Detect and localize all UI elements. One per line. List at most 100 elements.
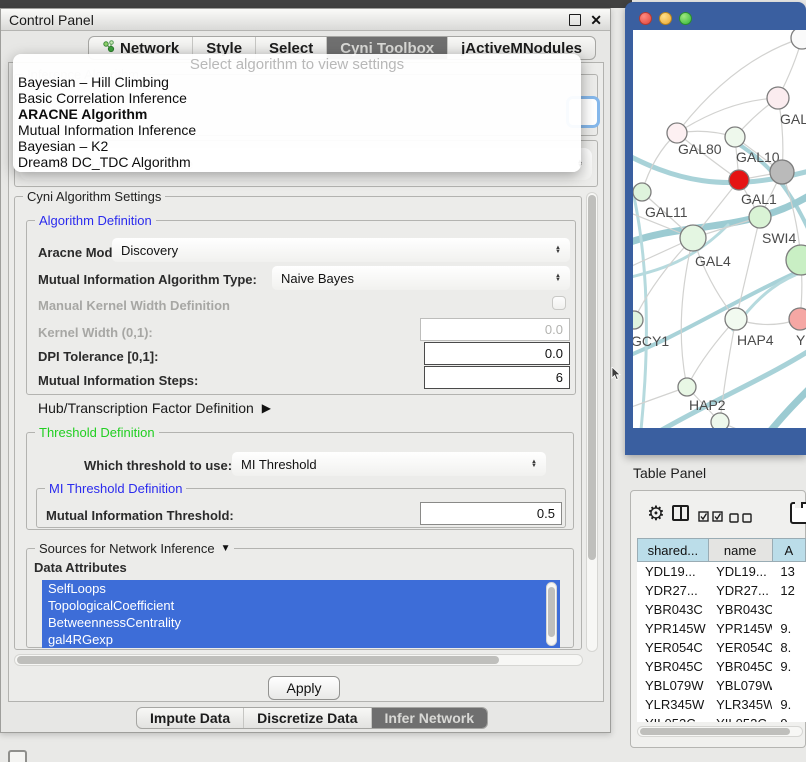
table-row[interactable]: YIL052CYIL052C9 <box>637 714 806 722</box>
table-cell: YBR043C <box>708 602 772 617</box>
apply-button[interactable]: Apply <box>268 676 340 700</box>
table-cell: YDR27... <box>708 583 772 598</box>
table-row[interactable]: YDL19...YDL19...13 <box>637 562 806 581</box>
network-node-swi4[interactable] <box>749 206 771 228</box>
mi-threshold-group-title: MI Threshold Definition <box>45 481 186 496</box>
dropdown-item-dream8-dc-tdc-algorithm[interactable]: Dream8 DC_TDC Algorithm <box>13 154 581 170</box>
mi-threshold-input[interactable]: 0.5 <box>420 502 562 525</box>
table-cell: YDR27... <box>637 583 708 598</box>
collapsed-panel-icon[interactable] <box>8 750 27 762</box>
dropdown-item-bayesian-k2[interactable]: Bayesian – K2 <box>13 138 581 154</box>
which-threshold-combo[interactable]: MI Threshold ▲▼ <box>232 452 546 476</box>
table-cell: 9. <box>772 621 806 636</box>
network-node-hap4[interactable] <box>725 308 747 330</box>
dropdown-item-bayesian-hill-climbing[interactable]: Bayesian – Hill Climbing <box>13 74 581 90</box>
node-label-gal: GAL <box>780 111 806 127</box>
bottom-tab-infer-network[interactable]: Infer Network <box>371 708 487 728</box>
window-zoom-button[interactable] <box>679 12 692 25</box>
table-panel-title: Table Panel <box>633 465 706 481</box>
attribute-item-selfloops[interactable]: SelfLoops <box>42 580 560 597</box>
node-label-swi4: SWI4 <box>762 230 796 246</box>
network-node-gal10[interactable] <box>725 127 745 147</box>
network-node-gal1[interactable] <box>729 170 749 190</box>
window-close-button[interactable] <box>639 12 652 25</box>
threshold-definition-title: Threshold Definition <box>35 425 159 440</box>
table-row[interactable]: YBR045CYBR045C9. <box>637 657 806 676</box>
settings-vertical-scrollbar[interactable] <box>586 192 598 652</box>
bottom-tab-impute-data[interactable]: Impute Data <box>137 708 243 728</box>
node-label-y: Y <box>796 332 806 348</box>
float-panel-icon[interactable] <box>569 14 581 26</box>
network-node-unlabeled[interactable] <box>786 245 806 275</box>
network-canvas[interactable]: GALGAL80GAL10GAL1GAL11SWI4GAL4GCY1HAP4YH… <box>633 30 806 428</box>
dropdown-item-aracne-algorithm[interactable]: ARACNE Algorithm <box>13 106 581 122</box>
table-cell: YBR045C <box>637 659 708 674</box>
network-node-gal[interactable] <box>767 87 789 109</box>
mouse-cursor <box>611 367 622 386</box>
top-toolbar-strip <box>0 0 632 8</box>
manual-kernel-checkbox[interactable] <box>552 296 566 310</box>
table-row[interactable]: YLR345WYLR345W9. <box>637 695 806 714</box>
manual-kernel-label: Manual Kernel Width Definition <box>38 298 230 313</box>
table-row[interactable]: YPR145WYPR145W9. <box>637 619 806 638</box>
network-node-gal80[interactable] <box>667 123 687 143</box>
table-row[interactable]: YER054CYER054C8. <box>637 638 806 657</box>
table-header: shared...nameA <box>637 538 806 562</box>
columns-icon[interactable] <box>672 505 689 521</box>
table-cell: YPR145W <box>708 621 772 636</box>
attribute-item-topologicalcoefficient[interactable]: TopologicalCoefficient <box>42 597 560 614</box>
table-cell: YDL19... <box>708 564 772 579</box>
attributes-list-scrollbar[interactable] <box>546 582 557 646</box>
dpi-tolerance-input[interactable]: 0.0 <box>424 342 570 365</box>
table-row[interactable]: YBL079WYBL079W <box>637 676 806 695</box>
mi-steps-input[interactable]: 6 <box>424 366 570 389</box>
network-node-gal4[interactable] <box>680 225 706 251</box>
window-minimize-button[interactable] <box>659 12 672 25</box>
node-label-gal11: GAL11 <box>645 204 688 220</box>
settings-horizontal-scrollbar[interactable] <box>14 654 583 666</box>
hub-definition-expander[interactable]: Hub/Transcription Factor Definition ▶ <box>38 400 271 416</box>
unchecked-checkboxes-icon[interactable] <box>729 510 753 528</box>
network-node-unlabeled[interactable] <box>770 160 794 184</box>
table-cell: YBL079W <box>708 678 772 693</box>
network-node-unlabeled[interactable] <box>711 413 729 428</box>
close-icon[interactable]: ✕ <box>590 13 602 27</box>
network-node-y[interactable] <box>789 308 806 330</box>
control-panel-titlebar[interactable]: Control Panel ✕ <box>1 9 610 31</box>
network-node-hap2[interactable] <box>678 378 696 396</box>
mi-type-combo[interactable]: Naive Bayes ▲▼ <box>272 266 570 290</box>
table-cell: YLR345W <box>637 697 708 712</box>
column-header-name[interactable]: name <box>709 539 773 561</box>
table-mode-icon[interactable] <box>790 502 806 524</box>
table-cell: YLR345W <box>708 697 772 712</box>
table-cell: YBR045C <box>708 659 772 674</box>
network-node-unlabeled[interactable] <box>791 30 806 49</box>
sources-group-title: Sources for Network Inference <box>39 541 215 556</box>
dropdown-item-mutual-information-inference[interactable]: Mutual Information Inference <box>13 122 581 138</box>
node-label-gcy1: GCY1 <box>633 333 669 349</box>
table-cell: YIL052C <box>637 716 708 722</box>
attribute-item-gal4rgexp[interactable]: gal4RGexp <box>42 631 560 648</box>
column-header-shared[interactable]: shared... <box>638 539 709 561</box>
table-cell: YDL19... <box>637 564 708 579</box>
table-cell: 13 <box>772 564 806 579</box>
table-row[interactable]: YBR043CYBR043C <box>637 600 806 619</box>
algorithm-dropdown: Select algorithm to view settings Bayesi… <box>13 54 581 172</box>
dropdown-item-basic-correlation-inference[interactable]: Basic Correlation Inference <box>13 90 581 106</box>
bottom-tab-discretize-data[interactable]: Discretize Data <box>243 708 370 728</box>
which-threshold-value: MI Threshold <box>241 457 317 472</box>
table-cell: YIL052C <box>708 716 772 722</box>
attribute-item-betweennesscentrality[interactable]: BetweennessCentrality <box>42 614 560 631</box>
column-header-a[interactable]: A <box>773 539 806 561</box>
kernel-width-input[interactable]: 0.0 <box>420 318 570 341</box>
network-node-gcy1[interactable] <box>633 311 643 329</box>
table-horizontal-scrollbar[interactable] <box>637 726 803 737</box>
table-row[interactable]: YDR27...YDR27...12 <box>637 581 806 600</box>
checked-checkboxes-icon[interactable] <box>698 509 724 527</box>
aracne-mode-combo[interactable]: Discovery ▲▼ <box>112 238 570 262</box>
network-node-gal11[interactable] <box>633 183 651 201</box>
gear-icon[interactable]: ⚙ <box>647 501 665 526</box>
sources-group-title-wrap[interactable]: Sources for Network Inference ▼ <box>35 541 234 556</box>
table-cell: YER054C <box>708 640 772 655</box>
table-cell: 8. <box>772 640 806 655</box>
